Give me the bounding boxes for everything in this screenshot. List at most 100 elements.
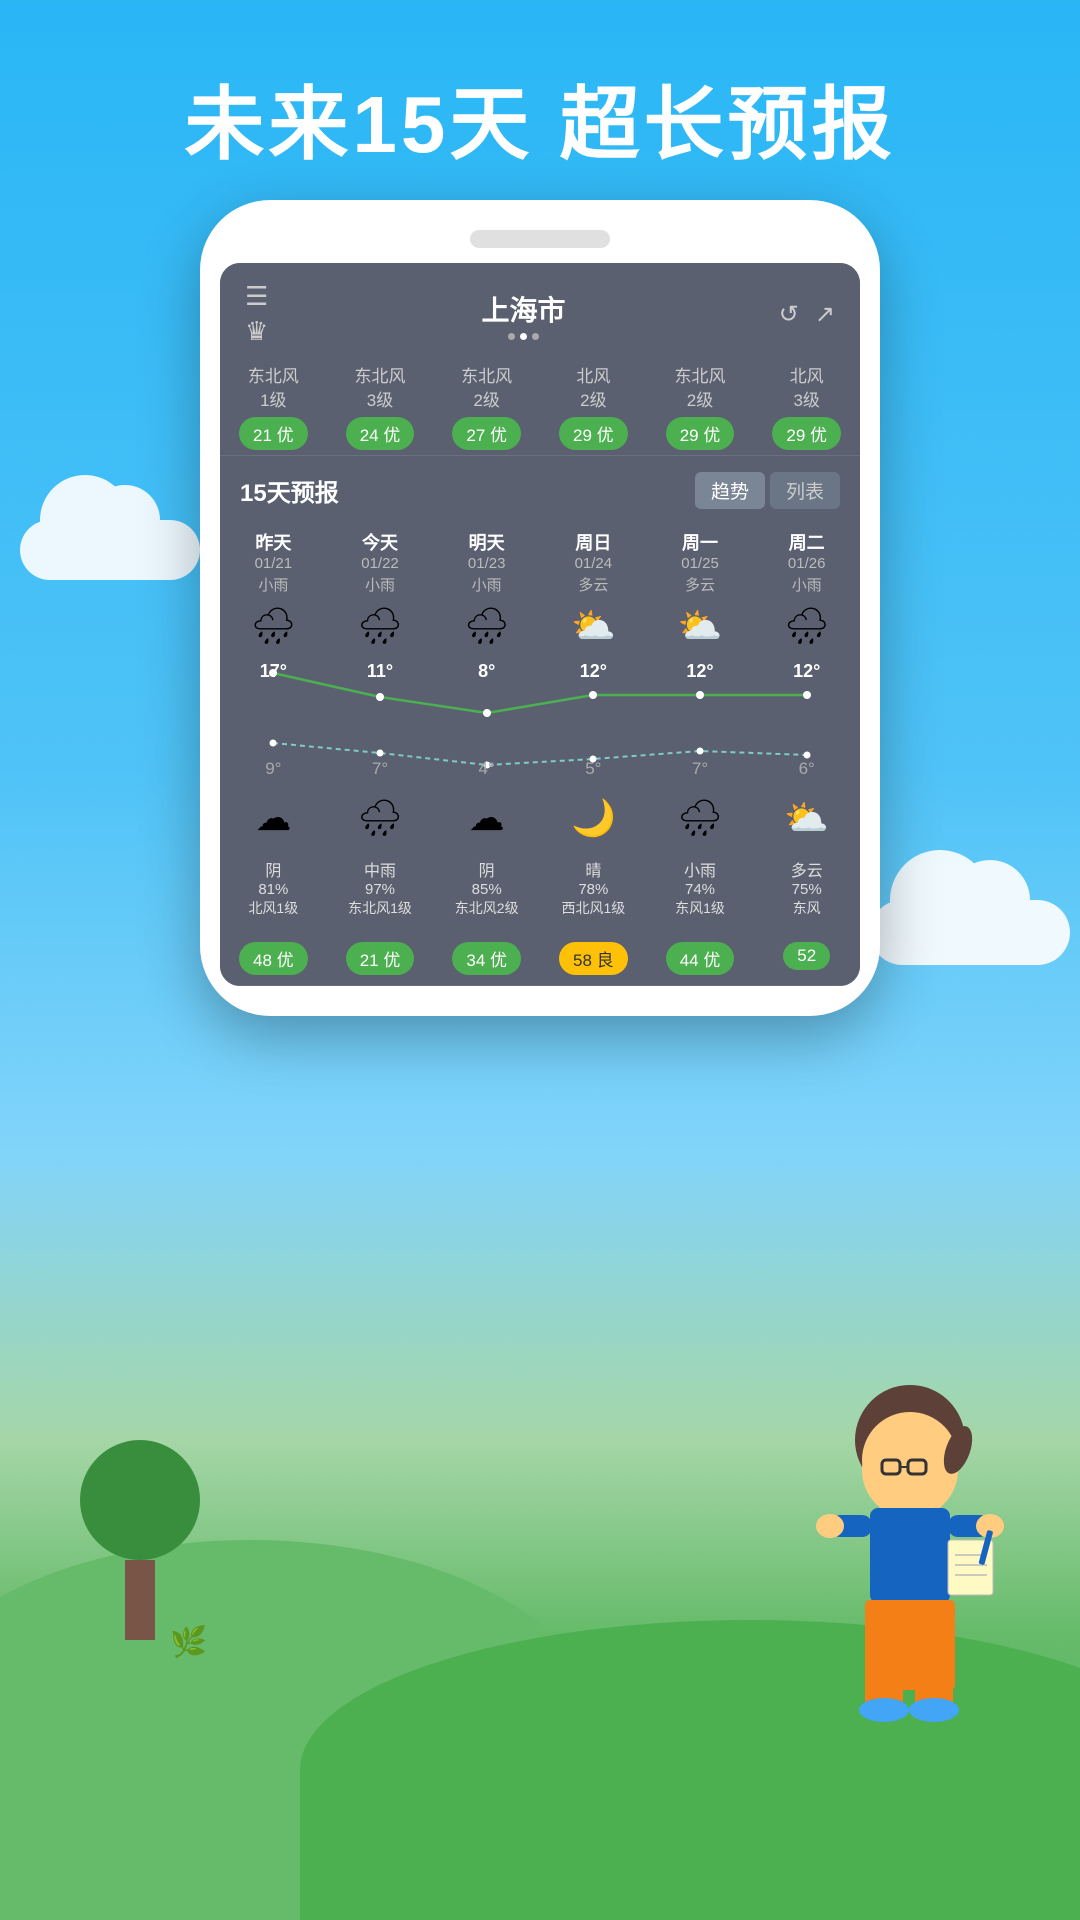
dot-1	[508, 333, 515, 340]
forecast-header: 15天预报 趋势 列表	[220, 456, 860, 521]
weather-icons-row: 🌧 🌧 🌧 ⛅ ⛅ 🌧	[220, 597, 860, 655]
day-name-1: 昨天	[220, 529, 327, 555]
weather-icon-1: 🌧	[220, 605, 327, 647]
bottom-wind-5: 东风1级	[652, 898, 749, 918]
menu-icon[interactable]: ☰	[245, 281, 268, 312]
bottom-weather-5: 小雨	[652, 857, 749, 881]
bottom-aqi-badge-4: 58 良	[559, 942, 628, 975]
bottom-wind-1: 北风1级	[225, 898, 322, 918]
wind-aqi-row: 东北风1级 21 优 东北风3级 24 优 东北风2级 27 优 北风2级 29…	[220, 355, 860, 456]
refresh-icon[interactable]: ↺	[779, 300, 799, 329]
wind-col-6: 北风3级 29 优	[753, 365, 860, 450]
low-temp-5: 7°	[647, 759, 754, 779]
wind-col-4: 北风2级 29 优	[540, 365, 647, 450]
tree-top	[80, 1440, 200, 1560]
bottom-col-1: 阴 81% 北风1级	[220, 847, 327, 928]
wind-text-4: 北风2级	[540, 365, 647, 413]
wind-text-6: 北风3级	[753, 365, 860, 413]
app-header: ☰ ♛ 上海市 ↺ ↗	[220, 263, 860, 355]
wind-text-3: 东北风2级	[433, 365, 540, 413]
bottom-aqi-row: 48 优 21 优 34 优 58 良 44 优 52	[220, 928, 860, 986]
forecast-tabs: 趋势 列表	[695, 472, 840, 509]
weather-icon-6: 🌧	[753, 605, 860, 647]
bottom-humidity-1: 81%	[225, 881, 322, 898]
bottom-icon-2: 🌧	[327, 797, 434, 839]
wind-text-2: 东北风3级	[327, 365, 434, 413]
bottom-weather-1: 阴	[225, 857, 322, 881]
wind-col-2: 东北风3级 24 优	[327, 365, 434, 450]
day-date-5: 01/25	[647, 555, 754, 572]
weather-icon-5: ⛅	[647, 605, 754, 647]
bottom-aqi-badge-1: 48 优	[239, 942, 308, 975]
share-icon[interactable]: ↗	[815, 300, 835, 329]
bottom-aqi-badge-3: 34 优	[452, 942, 521, 975]
tab-trend[interactable]: 趋势	[695, 472, 765, 509]
character	[800, 1380, 1020, 1740]
low-temp-3: 4°	[433, 759, 540, 779]
bottom-aqi-badge-2: 21 优	[346, 942, 415, 975]
bottom-col-3: 阴 85% 东北风2级	[433, 847, 540, 928]
bottom-weather-3: 阴	[438, 857, 535, 881]
phone-notch	[470, 230, 610, 248]
day-col-2: 今天 01/22 小雨	[327, 529, 434, 597]
grass: 🌿	[170, 1625, 207, 1660]
tree	[80, 1440, 200, 1640]
phone-wrapper: ☰ ♛ 上海市 ↺ ↗ 东	[200, 200, 880, 1016]
day-col-6: 周二 01/26 小雨	[753, 529, 860, 597]
day-col-4: 周日 01/24 多云	[540, 529, 647, 597]
bottom-data-row: 阴 81% 北风1级 中雨 97% 东北风1级 阴 85% 东北风2级 晴 78…	[220, 847, 860, 928]
day-weather-5: 多云	[647, 574, 754, 595]
bottom-humidity-2: 97%	[332, 881, 429, 898]
wind-text-5: 东北风2级	[647, 365, 754, 413]
wind-col-5: 东北风2级 29 优	[647, 365, 754, 450]
aqi-badge-3: 27 优	[452, 417, 521, 450]
day-name-3: 明天	[433, 529, 540, 555]
tab-list[interactable]: 列表	[770, 472, 840, 509]
day-weather-6: 小雨	[753, 574, 860, 595]
low-temp-1: 9°	[220, 759, 327, 779]
day-col-1: 昨天 01/21 小雨	[220, 529, 327, 597]
day-col-3: 明天 01/23 小雨	[433, 529, 540, 597]
aqi-badge-2: 24 优	[346, 417, 415, 450]
day-date-2: 01/22	[327, 555, 434, 572]
temperature-chart: 17° 11° 8° 12° 12° 12°	[220, 655, 860, 785]
day-date-6: 01/26	[753, 555, 860, 572]
day-name-4: 周日	[540, 529, 647, 555]
bottom-aqi-col-3: 34 优	[433, 938, 540, 975]
day-weather-3: 小雨	[433, 574, 540, 595]
day-col-5: 周一 01/25 多云	[647, 529, 754, 597]
aqi-badge-1: 21 优	[239, 417, 308, 450]
cloud-left	[20, 520, 200, 580]
bottom-aqi-badge-5: 44 优	[666, 942, 735, 975]
weather-icon-2: 🌧	[327, 605, 434, 647]
low-temp-6: 6°	[753, 759, 860, 779]
crown-icon[interactable]: ♛	[245, 316, 268, 347]
bottom-weather-2: 中雨	[332, 857, 429, 881]
days-header-row: 昨天 01/21 小雨 今天 01/22 小雨 明天 01/23 小雨 周日 0…	[220, 521, 860, 597]
header-title: 未来15天 超长预报	[0, 60, 1080, 176]
day-name-2: 今天	[327, 529, 434, 555]
bottom-aqi-badge-6: 52	[783, 942, 830, 970]
header-right-icons: ↺ ↗	[779, 300, 835, 329]
low-temp-4: 5°	[540, 759, 647, 779]
dot-3	[532, 333, 539, 340]
bottom-humidity-3: 85%	[438, 881, 535, 898]
day-date-1: 01/21	[220, 555, 327, 572]
bottom-weather-icons-row: ☁ 🌧 ☁ 🌙 🌧 ⛅	[220, 785, 860, 847]
phone: ☰ ♛ 上海市 ↺ ↗ 东	[200, 200, 880, 1016]
bottom-weather-4: 晴	[545, 857, 642, 881]
aqi-badge-5: 29 优	[666, 417, 735, 450]
day-date-3: 01/23	[433, 555, 540, 572]
bottom-icon-5: 🌧	[647, 797, 754, 839]
day-weather-4: 多云	[540, 574, 647, 595]
weather-icon-4: ⛅	[540, 605, 647, 647]
bottom-wind-4: 西北风1级	[545, 898, 642, 918]
day-date-4: 01/24	[540, 555, 647, 572]
character-svg	[800, 1380, 1020, 1740]
aqi-badge-6: 29 优	[772, 417, 841, 450]
bottom-col-2: 中雨 97% 东北风1级	[327, 847, 434, 928]
tree-trunk	[125, 1560, 155, 1640]
forecast-title: 15天预报	[240, 473, 339, 508]
bottom-aqi-col-6: 52	[753, 938, 860, 975]
bottom-humidity-6: 75%	[758, 881, 855, 898]
